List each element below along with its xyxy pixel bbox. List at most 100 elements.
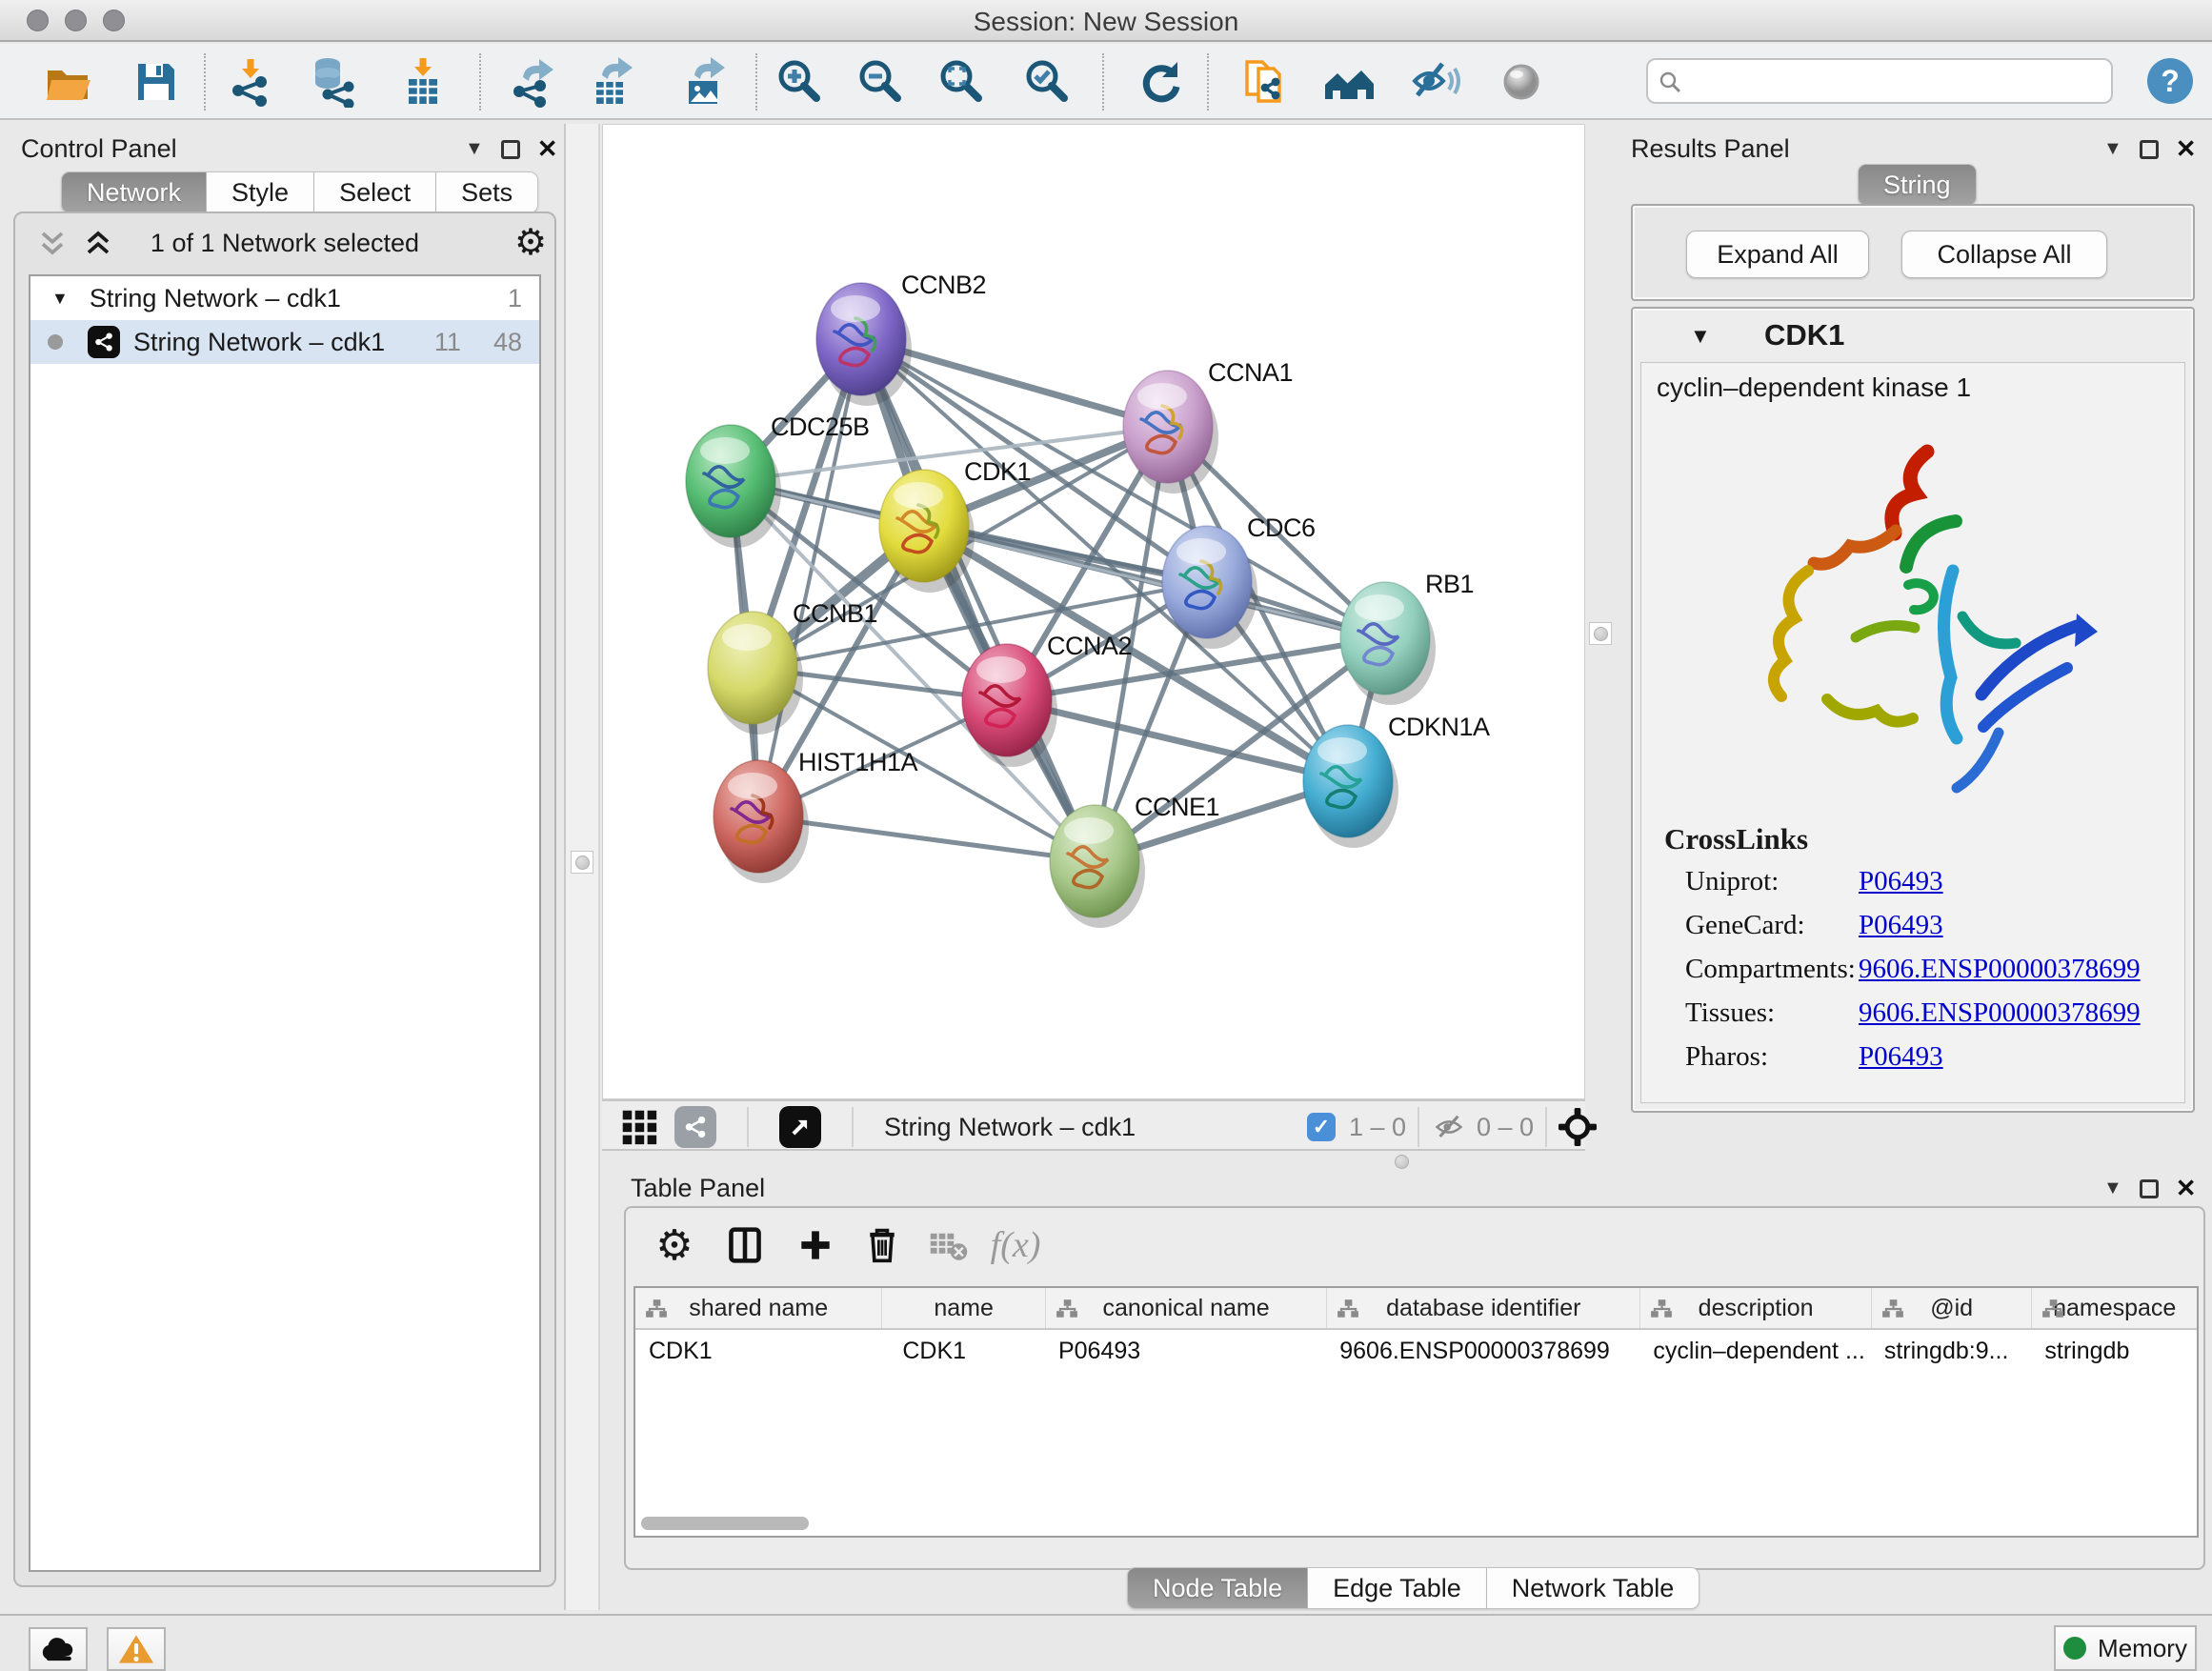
panel-close-icon[interactable]: ✕ [2176,134,2197,164]
collection-expand-icon[interactable]: ▼ [51,289,69,309]
column-header-name[interactable]: name [881,1288,1045,1328]
column-header-canonical-name[interactable]: canonical name [1045,1288,1326,1328]
network-node-cdkn1a[interactable]: CDKN1A [1303,713,1490,848]
network-collection-row[interactable]: ▼ String Network – cdk1 1 [30,276,539,320]
add-column-icon[interactable] [794,1223,837,1267]
import-table-file-icon[interactable] [397,56,449,108]
network-row-selected[interactable]: String Network – cdk1 11 48 [30,320,539,364]
export-image-icon[interactable] [679,56,731,108]
grid-view-icon[interactable] [621,1109,657,1150]
network-edge[interactable] [758,816,1095,861]
network-node-ccna2[interactable]: CCNA2 [962,632,1132,767]
delete-table-icon[interactable] [927,1223,971,1267]
tab-node-table[interactable]: Node Table [1127,1567,1308,1609]
home-pages-icon[interactable] [1323,56,1375,108]
network-column-icon [1056,1299,1078,1326]
zoom-selected-icon[interactable] [1022,56,1074,108]
panel-menu-icon[interactable]: ▼ [465,138,484,160]
network-graph[interactable]: CCNB2CCNA1CDC25BCDK1CDC6RB1CCNB1CCNA2CDK… [603,125,1584,1098]
export-network-icon[interactable] [508,56,559,108]
network-edge[interactable] [758,339,861,816]
gear-icon[interactable]: ⚙ [514,221,547,264]
cell-name[interactable]: CDK1 [881,1330,1045,1372]
panel-float-icon[interactable] [2140,140,2159,159]
cell-shared-name[interactable]: CDK1 [635,1330,881,1372]
cell-id[interactable]: stringdb:9... [1871,1330,2032,1372]
tab-network[interactable]: Network [61,171,207,213]
search-input[interactable] [1690,62,2100,100]
crosslink-link[interactable]: P06493 [1859,1041,1943,1073]
cell-description[interactable]: cyclin–dependent ... [1639,1330,1870,1372]
column-header-description[interactable]: description [1639,1288,1870,1328]
column-header-shared-name[interactable]: shared name [635,1288,881,1328]
zoom-fit-icon[interactable] [936,56,988,108]
cloud-button[interactable] [29,1627,88,1671]
refresh-icon[interactable] [1134,56,1185,108]
divider [747,1107,749,1147]
birdseye-navigator-icon[interactable] [1558,1108,1597,1151]
crosslink-link[interactable]: 9606.ENSP00000378699 [1859,954,2141,985]
panel-menu-icon[interactable]: ▼ [2103,1178,2122,1199]
network-node-ccne1[interactable]: CCNE1 [1050,793,1219,928]
panel-float-icon[interactable] [2140,1179,2159,1198]
selected-checkbox-icon[interactable]: ✓ [1307,1113,1336,1141]
function-builder-icon[interactable]: f(x) [994,1223,1037,1267]
horizontal-splitter-handle[interactable] [1395,1155,1409,1169]
show-columns-icon[interactable] [723,1223,767,1267]
panel-float-icon[interactable] [501,140,520,159]
network-node-rb1[interactable]: RB1 [1340,570,1474,705]
memory-button[interactable]: Memory [2054,1625,2197,1671]
network-node-ccnb1[interactable]: CCNB1 [708,599,877,735]
import-network-database-icon[interactable] [308,56,359,108]
show-graphics-icon[interactable] [1496,56,1547,108]
zoom-out-icon[interactable] [855,56,907,108]
entry-collapse-icon[interactable]: ▼ [1690,324,1711,349]
detach-view-icon[interactable] [779,1106,821,1148]
table-settings-gear-icon[interactable]: ⚙ [653,1223,696,1267]
delete-column-trash-icon[interactable] [860,1223,904,1267]
network-edge[interactable] [861,339,1095,861]
network-node-hist1h1a[interactable]: HIST1H1A [714,748,918,883]
tab-sets[interactable]: Sets [436,171,538,213]
network-canvas[interactable]: CCNB2CCNA1CDC25BCDK1CDC6RB1CCNB1CCNA2CDK… [602,124,1585,1099]
entry-description: cyclin–dependent kinase 1 [1657,372,1971,403]
tab-select[interactable]: Select [314,171,436,213]
panel-close-icon[interactable]: ✕ [2176,1174,2197,1203]
column-header-namespace[interactable]: namespace [2031,1288,2197,1328]
crosslink-link[interactable]: P06493 [1859,866,1943,897]
horizontal-scrollbar[interactable] [641,1517,809,1530]
help-icon[interactable]: ? [2147,58,2193,104]
hide-unhide-icon[interactable] [1410,56,1461,108]
zoom-in-icon[interactable] [774,56,826,108]
save-session-icon[interactable] [131,56,182,108]
panel-close-icon[interactable]: ✕ [537,134,558,164]
network-node-cdc6[interactable]: CDC6 [1162,513,1316,649]
column-header-database-identifier[interactable]: database identifier [1326,1288,1639,1328]
cell-database-identifier[interactable]: 9606.ENSP00000378699 [1326,1330,1639,1372]
import-network-file-icon[interactable] [225,56,276,108]
cell-namespace[interactable]: stringdb [2031,1330,2197,1372]
crosslink-link[interactable]: P06493 [1859,910,1943,941]
table-row[interactable]: CDK1 CDK1 P06493 9606.ENSP00000378699 cy… [635,1330,2197,1372]
crosslink-link[interactable]: 9606.ENSP00000378699 [1859,997,2141,1029]
tab-network-table[interactable]: Network Table [1487,1567,1700,1609]
tab-edge-table[interactable]: Edge Table [1308,1567,1487,1609]
collapse-all-button[interactable]: Collapse All [1901,231,2107,278]
toolbar-divider [479,53,481,111]
network-node-ccnb2[interactable]: CCNB2 [816,271,986,406]
cell-canonical-name[interactable]: P06493 [1045,1330,1326,1372]
right-splitter-handle[interactable] [1589,622,1612,645]
toolbar-divider [1102,53,1104,111]
tab-string[interactable]: String [1858,164,1977,206]
share-document-icon[interactable] [1239,56,1291,108]
tab-style[interactable]: Style [207,171,314,213]
network-node-ccna1[interactable]: CCNA1 [1123,358,1293,493]
warning-button[interactable] [107,1627,166,1671]
open-session-icon[interactable] [42,56,93,108]
panel-menu-icon[interactable]: ▼ [2103,138,2122,160]
left-splitter-handle[interactable] [571,851,593,874]
column-header-id[interactable]: @id [1871,1288,2032,1328]
expand-all-button[interactable]: Expand All [1686,231,1869,278]
export-table-icon[interactable] [587,56,638,108]
network-share-view-icon[interactable] [674,1106,716,1148]
